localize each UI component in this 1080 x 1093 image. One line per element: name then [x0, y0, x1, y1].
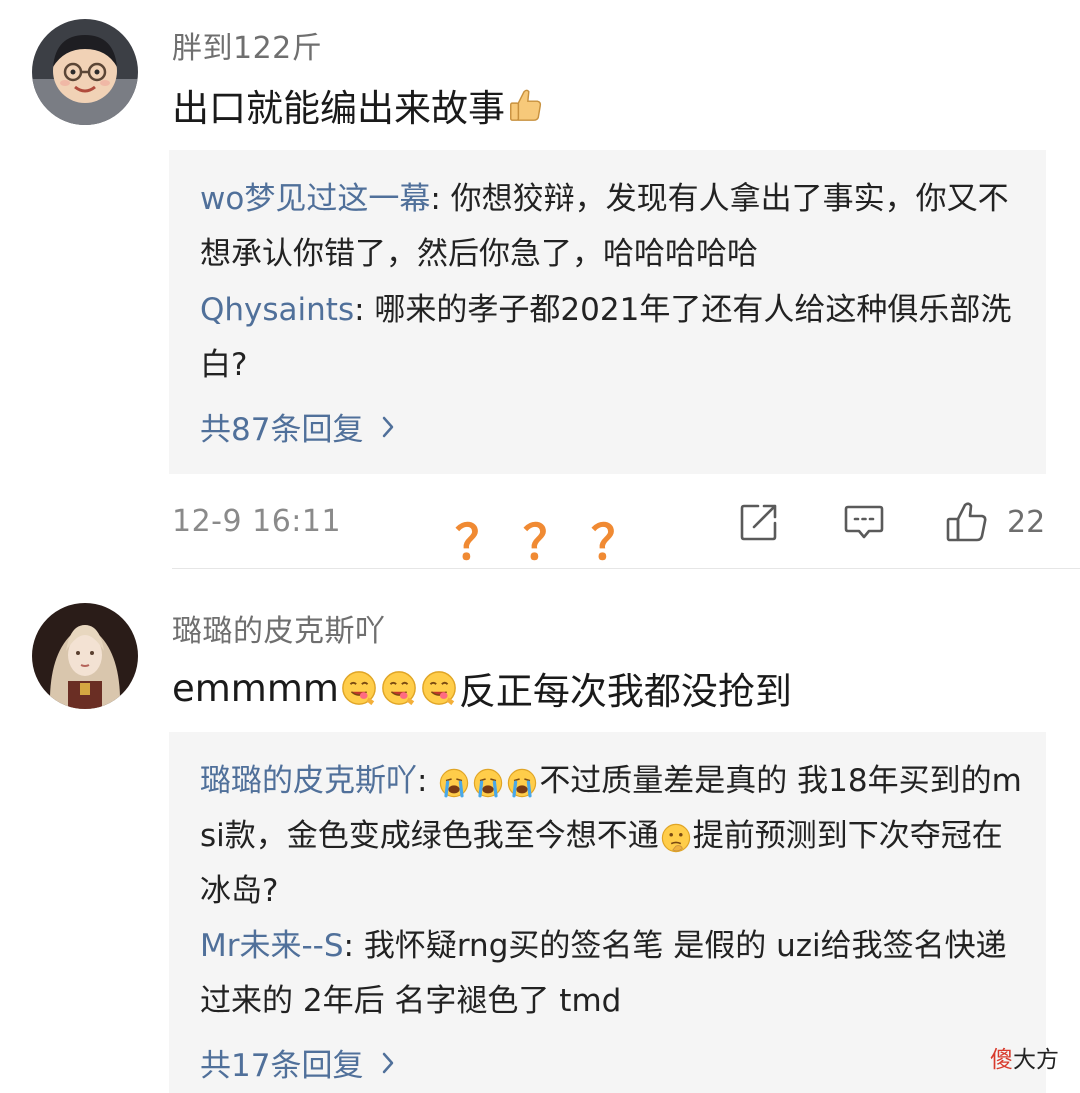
reply-preview-box[interactable]: wo梦见过这一幕: 你想狡辩，发现有人拿出了事实，你又不想承认你错了，然后你急了… — [169, 150, 1046, 474]
watermark-text: 大方 — [1013, 1047, 1059, 1073]
comment-timestamp: 12-9 16:11 — [172, 504, 342, 539]
reply-item[interactable]: wo梦见过这一幕: 你想狡辩，发现有人拿出了事实，你又不想承认你错了，然后你急了… — [200, 172, 1030, 282]
reply-preview-box[interactable]: 璐璐的皮克斯吖: 不过质量差是真的 我18年买到的msi款，金色变成绿色我至今想… — [169, 732, 1046, 1093]
crying-face-icon — [472, 767, 504, 799]
comment-username[interactable]: 胖到122斤 — [172, 23, 322, 67]
comment-button[interactable] — [843, 500, 885, 544]
thumbs-up-icon — [506, 86, 544, 124]
comment-divider — [172, 568, 1080, 569]
savoring-face-icon — [420, 669, 458, 707]
chevron-right-icon — [381, 1051, 395, 1075]
more-replies-label: 共17条回复 — [200, 1048, 364, 1084]
reply-item[interactable]: Qhysaints: 哪来的孝子都2021年了还有人给这种俱乐部洗白? — [200, 283, 1030, 393]
savoring-face-icon — [380, 669, 418, 707]
reply-item[interactable]: 璐璐的皮克斯吖: 不过质量差是真的 我18年买到的msi款，金色变成绿色我至今想… — [200, 754, 1030, 919]
share-icon — [740, 504, 777, 541]
avatar[interactable] — [32, 603, 138, 709]
more-replies-link[interactable]: 共17条回复 — [200, 1040, 395, 1085]
comment-text: 出口就能编出来故事 — [172, 78, 545, 132]
comment-body-prefix: emmmm — [172, 666, 339, 710]
crying-face-icon — [438, 767, 470, 799]
reply-username[interactable]: 璐璐的皮克斯吖 — [200, 763, 417, 799]
comment-username[interactable]: 璐璐的皮克斯吖 — [172, 606, 386, 650]
watermark: 傻大方 — [990, 1040, 1059, 1074]
savoring-face-icon — [340, 669, 378, 707]
comment-text: emmmm 反正每次我都没抢到 — [172, 661, 792, 715]
like-count: 22 — [1007, 504, 1046, 540]
like-button[interactable]: 22 — [945, 500, 1045, 544]
watermark-red-text: 傻 — [990, 1047, 1013, 1073]
more-replies-link[interactable]: 共87条回复 — [200, 404, 395, 449]
comment-body: 出口就能编出来故事 — [172, 87, 505, 130]
avatar[interactable] — [32, 19, 138, 125]
more-replies-label: 共87条回复 — [200, 412, 364, 448]
thumbs-up-outline-icon — [946, 502, 987, 542]
reply-item[interactable]: Mr未来--S: 我怀疑rng买的签名笔 是假的 uzi给我签名快递过来的 2年… — [200, 919, 1030, 1029]
crying-face-icon — [506, 767, 538, 799]
reply-username[interactable]: wo梦见过这一幕 — [200, 181, 430, 217]
chevron-right-icon — [381, 415, 395, 439]
comment-body-suffix: 反正每次我都没抢到 — [458, 670, 792, 713]
reply-username[interactable]: Qhysaints — [200, 292, 354, 328]
comment-icon — [844, 505, 884, 539]
share-button[interactable] — [738, 500, 780, 544]
thinking-face-icon — [660, 822, 692, 854]
reply-username[interactable]: Mr未来--S — [200, 928, 344, 964]
comment-feed: 胖到122斤 出口就能编出来故事 wo梦见过这一幕: 你想狡辩，发现有人拿出了事… — [0, 0, 1080, 1093]
